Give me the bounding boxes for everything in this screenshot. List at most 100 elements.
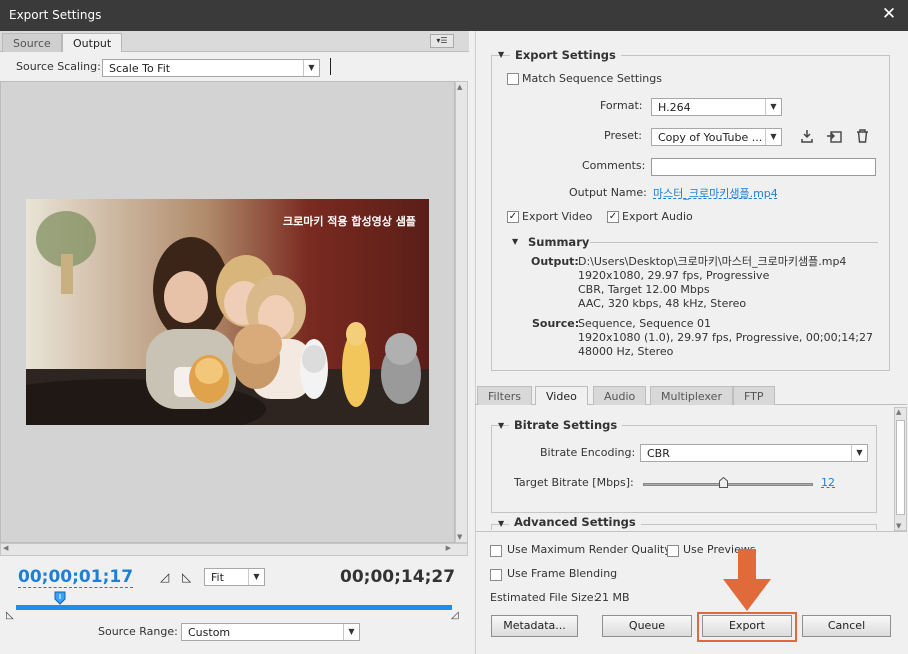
export-settings-title: Export Settings	[510, 48, 621, 62]
target-bitrate-slider-track[interactable]	[643, 483, 813, 486]
chevron-down-icon: ▼	[303, 60, 319, 76]
scroll-up-icon[interactable]: ▲	[896, 408, 901, 416]
collapse-triangle-icon[interactable]: ▼	[498, 519, 504, 528]
target-bitrate-label: Target Bitrate [Mbps]:	[514, 476, 634, 489]
zoom-value: Fit	[211, 571, 224, 584]
set-in-point-icon[interactable]: ◿	[160, 570, 169, 584]
summary-source-line: 48000 Hz, Stereo	[578, 345, 674, 358]
chevron-down-icon: ▼	[248, 569, 264, 585]
in-point-marker-icon[interactable]: ◺	[6, 610, 14, 621]
tab-filters[interactable]: Filters	[477, 386, 532, 405]
video-frame: 크로마키 적용 합성영상 샘플	[26, 199, 429, 425]
preview-vertical-scrollbar[interactable]: ▲ ▼	[455, 81, 468, 543]
export-audio-checkbox[interactable]: ✓	[607, 211, 619, 223]
export-video-checkbox[interactable]: ✓	[507, 211, 519, 223]
summary-source-key: Source:	[532, 317, 580, 330]
import-preset-icon[interactable]	[826, 129, 842, 143]
preset-value: Copy of YouTube ...	[658, 131, 763, 144]
file-size-value: 21 MB	[595, 591, 630, 604]
bitrate-title: Bitrate Settings	[509, 418, 623, 432]
export-button[interactable]: Export	[702, 615, 792, 637]
format-value: H.264	[658, 101, 691, 114]
bitrate-encoding-label: Bitrate Encoding:	[540, 446, 636, 459]
close-icon[interactable]: ✕	[878, 4, 900, 24]
export-video-label: Export Video	[522, 210, 593, 223]
summary-source-line: 1920x1080 (1.0), 29.97 fps, Progressive,…	[578, 331, 874, 344]
delete-preset-icon[interactable]	[856, 129, 869, 143]
source-scaling-dropdown[interactable]: Scale To Fit ▼	[102, 59, 320, 77]
tab-output[interactable]: Output	[62, 33, 123, 52]
preview-tabs: Source Output ▾☰	[0, 31, 469, 52]
source-range-value: Custom	[188, 626, 231, 639]
comments-input[interactable]	[651, 158, 876, 176]
timeline-bar[interactable]	[16, 605, 452, 610]
playhead-icon[interactable]	[54, 591, 66, 605]
save-preset-icon[interactable]	[800, 129, 814, 143]
tab-audio[interactable]: Audio	[593, 386, 647, 405]
zoom-dropdown[interactable]: Fit ▼	[204, 568, 265, 586]
format-dropdown[interactable]: H.264 ▼	[651, 98, 782, 116]
video-settings-scroll: ▼ Bitrate Settings Bitrate Encoding: CBR…	[475, 405, 895, 530]
max-render-quality-checkbox[interactable]	[490, 545, 502, 557]
options-divider	[475, 531, 907, 532]
summary-title: Summary	[524, 235, 594, 249]
chevron-down-icon: ▼	[343, 624, 359, 640]
target-bitrate-value[interactable]: 12	[821, 476, 835, 489]
video-overlay-text: 크로마키 적용 합성영상 샘플	[283, 215, 416, 228]
settings-scrollbar[interactable]: ▲ ▼	[894, 407, 907, 531]
collapse-triangle-icon[interactable]: ▼	[498, 421, 504, 430]
scroll-down-icon[interactable]: ▼	[457, 533, 462, 541]
source-scaling-label: Source Scaling:	[16, 60, 101, 73]
output-name-label: Output Name:	[569, 186, 647, 199]
bitrate-encoding-value: CBR	[647, 447, 670, 460]
out-point-marker-icon[interactable]: ◿	[451, 610, 459, 621]
match-sequence-label: Match Sequence Settings	[522, 72, 662, 85]
current-timecode[interactable]: 00;00;01;17	[18, 567, 134, 588]
scrollbar-thumb[interactable]	[896, 420, 905, 515]
source-range-dropdown[interactable]: Custom ▼	[181, 623, 360, 641]
comments-label: Comments:	[582, 159, 646, 172]
advanced-title: Advanced Settings	[509, 515, 641, 529]
source-scaling-value: Scale To Fit	[109, 62, 171, 75]
chevron-down-icon: ▼	[851, 445, 867, 461]
summary-output-line: AAC, 320 kbps, 48 kHz, Stereo	[578, 297, 747, 310]
collapse-triangle-icon[interactable]: ▼	[498, 50, 504, 59]
use-previews-checkbox[interactable]	[667, 545, 679, 557]
summary-source-line: Sequence, Sequence 01	[578, 317, 712, 330]
queue-button[interactable]: Queue	[602, 615, 692, 637]
match-sequence-checkbox[interactable]	[507, 73, 519, 85]
frame-blending-checkbox[interactable]	[490, 569, 502, 581]
tab-ftp[interactable]: FTP	[733, 386, 775, 405]
max-render-quality-label: Use Maximum Render Quality	[507, 543, 671, 556]
scroll-up-icon[interactable]: ▲	[457, 83, 462, 91]
file-size-label: Estimated File Size:	[490, 591, 598, 604]
text-cursor	[330, 58, 331, 75]
summary-divider	[590, 242, 878, 243]
cancel-button[interactable]: Cancel	[802, 615, 891, 637]
bitrate-encoding-dropdown[interactable]: CBR ▼	[640, 444, 868, 462]
bitrate-group	[491, 425, 877, 513]
preset-dropdown[interactable]: Copy of YouTube ... ▼	[651, 128, 782, 146]
summary-output-key: Output:	[531, 255, 579, 268]
window-title: Export Settings	[9, 8, 102, 22]
summary-output-line: D:\Users\Desktop\크로마키\마스터_크로마키샘플.mp4	[578, 255, 847, 268]
tab-video[interactable]: Video	[535, 386, 588, 405]
scroll-right-icon[interactable]: ▶	[446, 544, 451, 552]
panel-menu-icon[interactable]: ▾☰	[430, 34, 454, 48]
end-timecode: 00;00;14;27	[340, 567, 456, 587]
set-out-point-icon[interactable]: ◺	[182, 570, 191, 584]
tab-multiplexer[interactable]: Multiplexer	[650, 386, 733, 405]
target-bitrate-slider-thumb[interactable]	[718, 476, 728, 488]
arrow-down-icon	[723, 549, 771, 611]
preview-horizontal-scrollbar[interactable]: ◀ ▶	[0, 543, 468, 556]
scroll-left-icon[interactable]: ◀	[3, 544, 8, 552]
tab-source[interactable]: Source	[2, 33, 62, 52]
output-name-link[interactable]: 마스터_크로마키샘플.mp4	[653, 185, 778, 201]
source-scaling-row: Source Scaling: Scale To Fit ▼	[0, 53, 469, 80]
source-range-label: Source Range:	[98, 625, 178, 638]
chevron-down-icon: ▼	[765, 99, 781, 115]
scroll-down-icon[interactable]: ▼	[896, 522, 901, 530]
video-image	[26, 199, 429, 425]
collapse-triangle-icon[interactable]: ▼	[512, 237, 518, 246]
metadata-button[interactable]: Metadata...	[491, 615, 578, 637]
